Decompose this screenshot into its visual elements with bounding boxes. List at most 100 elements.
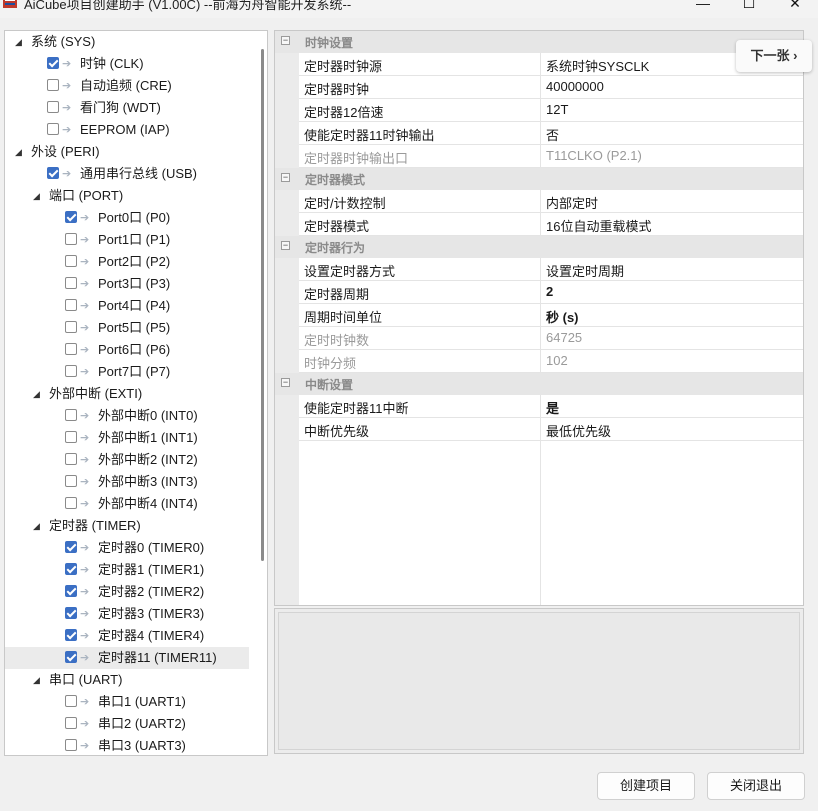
tree-item-checkbox[interactable] [65, 497, 77, 509]
tree-item-checkbox[interactable] [65, 343, 77, 355]
tree-item-checkbox[interactable] [65, 321, 77, 333]
tree-item-checkbox[interactable] [47, 101, 59, 113]
grid-category[interactable]: − 中断设置 [275, 373, 803, 395]
grid-property-row[interactable]: 定时器周期 2 [299, 281, 803, 304]
grid-property-row[interactable]: 中断优先级 最低优先级 [299, 418, 803, 441]
tree-item-checkbox[interactable] [47, 57, 59, 69]
tree-item[interactable]: ◢ 定时器 (TIMER) [5, 515, 249, 537]
tree-item[interactable]: ➔ 定时器3 (TIMER3) [5, 603, 249, 625]
tree-item-checkbox[interactable] [65, 277, 77, 289]
grid-property-row[interactable]: 设置定时器方式 设置定时周期 [299, 258, 803, 281]
tree-item[interactable]: ➔ 定时器1 (TIMER1) [5, 559, 249, 581]
close-exit-button[interactable]: 关闭退出 [707, 772, 805, 800]
tree-item[interactable]: ➔ Port2口 (P2) [5, 251, 249, 273]
tree-item-checkbox[interactable] [65, 431, 77, 443]
tree-item[interactable]: ➔ Port7口 (P7) [5, 361, 249, 383]
grid-property-row[interactable]: 时钟分频 102 [299, 350, 803, 373]
tree-item-checkbox[interactable] [65, 541, 77, 553]
grid-property-row[interactable]: 使能定时器11中断 是 [299, 395, 803, 418]
tree-item[interactable]: ➔ Port0口 (P0) [5, 207, 249, 229]
tree-item-checkbox[interactable] [65, 695, 77, 707]
grid-property-row[interactable]: 定时器时钟输出口 T11CLKO (P2.1) [299, 145, 803, 168]
collapse-toggle-icon[interactable]: − [281, 36, 290, 45]
expand-triangle-icon[interactable]: ◢ [33, 185, 43, 207]
tree-item[interactable]: ➔ 自动追频 (CRE) [5, 75, 249, 97]
expand-triangle-icon[interactable]: ◢ [15, 141, 25, 163]
property-value[interactable]: 否 [546, 125, 559, 144]
tree-item-checkbox[interactable] [47, 167, 59, 179]
property-value[interactable]: 秒 (s) [546, 307, 579, 326]
tree-item[interactable]: ➔ Port4口 (P4) [5, 295, 249, 317]
tree-item[interactable]: ➔ 定时器0 (TIMER0) [5, 537, 249, 559]
tree-item-checkbox[interactable] [65, 299, 77, 311]
property-value[interactable]: 40000000 [546, 79, 604, 94]
create-project-button[interactable]: 创建项目 [597, 772, 695, 800]
collapse-toggle-icon[interactable]: − [281, 378, 290, 387]
tree-item[interactable]: ➔ 通用串行总线 (USB) [5, 163, 249, 185]
collapse-toggle-icon[interactable]: − [281, 241, 290, 250]
grid-property-row[interactable]: 定时器模式 16位自动重载模式 [299, 213, 803, 236]
tree-item[interactable]: ◢ 外设 (PERI) [5, 141, 249, 163]
grid-property-row[interactable]: 定时器时钟 40000000 [299, 76, 803, 99]
tree-item-checkbox[interactable] [65, 629, 77, 641]
tree-item-checkbox[interactable] [47, 123, 59, 135]
tree-item-checkbox[interactable] [65, 233, 77, 245]
tree-item[interactable]: ➔ Port5口 (P5) [5, 317, 249, 339]
property-value[interactable]: 是 [546, 398, 559, 417]
tree-item[interactable]: ➔ Port3口 (P3) [5, 273, 249, 295]
tree-item[interactable]: ➔ Port6口 (P6) [5, 339, 249, 361]
next-page-button[interactable]: 下一张 › [736, 40, 812, 72]
tree-item-checkbox[interactable] [65, 563, 77, 575]
minimize-button[interactable]: — [680, 0, 726, 16]
grid-property-row[interactable]: 定时时钟数 64725 [299, 327, 803, 350]
grid-property-row[interactable]: 定时/计数控制 内部定时 [299, 190, 803, 213]
expand-triangle-icon[interactable]: ◢ [33, 669, 43, 691]
property-value[interactable]: 系统时钟SYSCLK [546, 56, 649, 75]
tree-item-checkbox[interactable] [65, 607, 77, 619]
tree-item[interactable]: ➔ 串口2 (UART2) [5, 713, 249, 735]
tree-item-checkbox[interactable] [47, 79, 59, 91]
grid-category[interactable]: − 时钟设置 [275, 31, 803, 53]
tree-item[interactable]: ➔ 看门狗 (WDT) [5, 97, 249, 119]
grid-property-row[interactable]: 定时器时钟源 系统时钟SYSCLK [299, 53, 803, 76]
tree-item[interactable]: ➔ 串口1 (UART1) [5, 691, 249, 713]
tree-item[interactable]: ➔ 定时器11 (TIMER11) [5, 647, 249, 669]
tree-item-checkbox[interactable] [65, 211, 77, 223]
property-value[interactable]: 12T [546, 102, 568, 117]
tree-item[interactable]: ➔ 串口3 (UART3) [5, 735, 249, 755]
tree-scrollbar[interactable] [261, 49, 264, 561]
tree-item[interactable]: ➔ Port1口 (P1) [5, 229, 249, 251]
expand-triangle-icon[interactable]: ◢ [33, 383, 43, 405]
grid-property-row[interactable]: 定时器12倍速 12T [299, 99, 803, 122]
tree-item[interactable]: ➔ 定时器2 (TIMER2) [5, 581, 249, 603]
property-value[interactable]: 设置定时周期 [546, 261, 624, 280]
tree-item[interactable]: ➔ 外部中断4 (INT4) [5, 493, 249, 515]
tree-item[interactable]: ◢ 外部中断 (EXTI) [5, 383, 249, 405]
tree-item[interactable]: ➔ 时钟 (CLK) [5, 53, 249, 75]
tree-item-checkbox[interactable] [65, 365, 77, 377]
grid-category[interactable]: − 定时器行为 [275, 236, 803, 258]
tree-item[interactable]: ➔ 外部中断3 (INT3) [5, 471, 249, 493]
tree-item-checkbox[interactable] [65, 717, 77, 729]
property-value[interactable]: 16位自动重载模式 [546, 216, 651, 235]
grid-property-row[interactable]: 周期时间单位 秒 (s) [299, 304, 803, 327]
tree-item[interactable]: ➔ 外部中断1 (INT1) [5, 427, 249, 449]
tree-item[interactable]: ◢ 端口 (PORT) [5, 185, 249, 207]
collapse-toggle-icon[interactable]: − [281, 173, 290, 182]
tree-item[interactable]: ➔ EEPROM (IAP) [5, 119, 249, 141]
tree-item-checkbox[interactable] [65, 409, 77, 421]
tree-item-checkbox[interactable] [65, 475, 77, 487]
tree-item-checkbox[interactable] [65, 585, 77, 597]
maximize-button[interactable]: ☐ [726, 0, 772, 16]
grid-property-row[interactable]: 使能定时器11时钟输出 否 [299, 122, 803, 145]
tree-item-checkbox[interactable] [65, 739, 77, 751]
tree-item[interactable]: ◢ 串口 (UART) [5, 669, 249, 691]
tree-item-checkbox[interactable] [65, 651, 77, 663]
expand-triangle-icon[interactable]: ◢ [33, 515, 43, 537]
property-value[interactable]: 最低优先级 [546, 421, 611, 440]
property-value[interactable]: 内部定时 [546, 193, 598, 212]
property-value[interactable]: 2 [546, 284, 553, 299]
close-button[interactable]: ✕ [772, 0, 818, 16]
tree-item[interactable]: ➔ 定时器4 (TIMER4) [5, 625, 249, 647]
grid-category[interactable]: − 定时器模式 [275, 168, 803, 190]
